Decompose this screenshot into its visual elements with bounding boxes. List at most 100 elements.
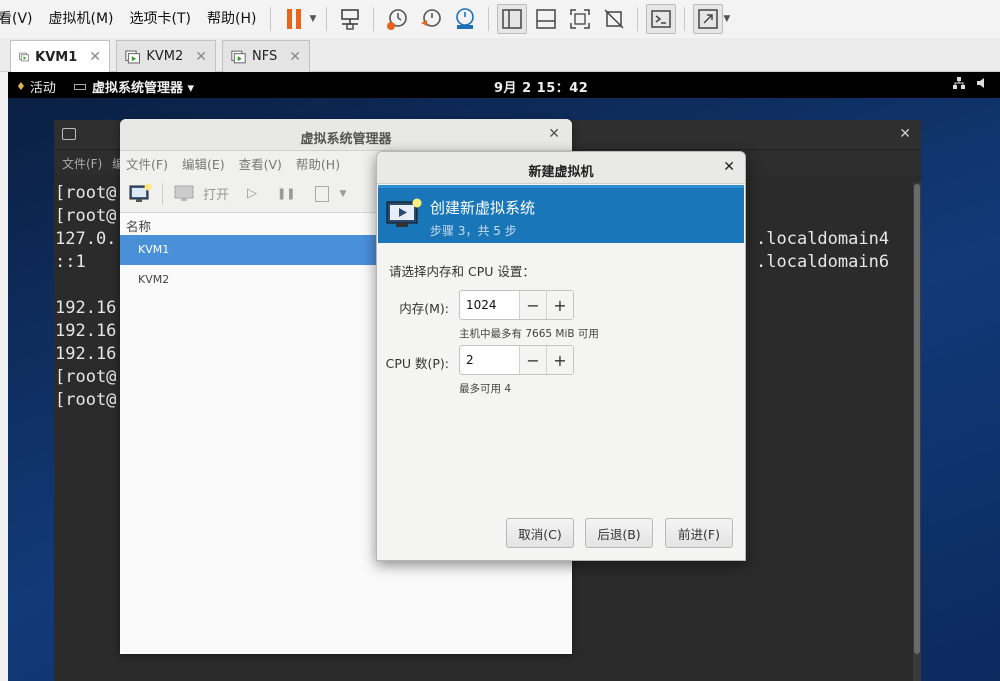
terminal-menu-file[interactable]: 文件(F) — [62, 157, 102, 171]
system-tray[interactable] — [952, 76, 990, 90]
open-button[interactable]: 打开 — [203, 184, 229, 203]
terminal-line: [root@ — [55, 183, 117, 203]
stop-vm-icon[interactable] — [315, 185, 330, 202]
terminal-line: [root@ — [55, 390, 117, 410]
app-menu[interactable]: 虚拟系统管理器 ▾ — [74, 77, 194, 96]
host-menu-vm[interactable]: 虚拟机(M) — [41, 9, 122, 29]
clock[interactable]: 9月 2 15：42 — [494, 77, 588, 96]
host-menu-help[interactable]: 帮助(H) — [199, 9, 264, 29]
menu-edit[interactable]: 编辑(E) — [182, 154, 225, 173]
menu-file[interactable]: 文件(F) — [126, 154, 168, 173]
memory-increment-button[interactable]: + — [546, 291, 573, 319]
tab-label: KVM2 — [146, 49, 184, 64]
activities-label: 活动 — [29, 81, 56, 96]
cpu-decrement-button[interactable]: − — [519, 346, 546, 374]
sidebar-layout-icon — [502, 9, 523, 29]
wizard-step: 步骤 3，共 5 步 — [430, 224, 517, 238]
close-icon[interactable]: ✕ — [899, 126, 911, 142]
terminal-line: [root@ — [55, 206, 117, 226]
guest-screen[interactable]: ♦ 活动 虚拟系统管理器 ▾ 9月 2 15：42 ✕ 文件(F) 编 [roo… — [8, 72, 1000, 681]
close-icon[interactable]: ✕ — [548, 126, 560, 142]
host-menu-view[interactable]: 看(V) — [0, 9, 41, 29]
view-sidebar-button[interactable] — [497, 4, 528, 34]
toolbar-separator — [684, 7, 686, 31]
memory-label: 内存(M): — [399, 301, 449, 316]
terminal-line: [root@ — [55, 367, 117, 387]
snapshot-restore-button[interactable] — [416, 4, 446, 34]
memory-stepper[interactable]: 1024 − + — [459, 290, 574, 320]
fullscreen-button[interactable] — [565, 4, 595, 34]
send-ctrl-alt-del-button[interactable] — [335, 4, 365, 34]
forward-button[interactable]: 前进(F) — [665, 518, 733, 548]
terminal-line: 192.16 — [55, 298, 117, 318]
wizard-heading: 创建新虚拟系统 — [430, 199, 536, 217]
toolbar-separator — [270, 7, 272, 31]
cpu-input[interactable]: 2 — [460, 346, 519, 374]
console-view-button[interactable] — [646, 4, 677, 34]
snapshot-manager-icon — [456, 8, 475, 29]
pause-vm-icon[interactable]: ❚❚ — [277, 187, 295, 200]
terminal-line-right: .localdomain6 — [756, 252, 890, 272]
close-icon[interactable]: ✕ — [89, 49, 101, 65]
terminal-scrollbar[interactable] — [913, 182, 921, 681]
dialog-titlebar[interactable]: 新建虚拟机 ✕ — [377, 152, 745, 184]
terminal-line: ::1 — [55, 252, 86, 272]
snapshot-take-button[interactable] — [382, 4, 412, 34]
virt-manager-titlebar[interactable]: 虚拟系统管理器 ✕ — [120, 119, 572, 151]
toolbar-separator — [326, 7, 328, 31]
new-vm-icon[interactable] — [128, 183, 152, 205]
app-menu-label: 虚拟系统管理器 ▾ — [92, 81, 195, 96]
menu-help[interactable]: 帮助(H) — [296, 154, 340, 173]
cpu-stepper[interactable]: 2 − + — [459, 345, 574, 375]
stretch-button[interactable] — [693, 4, 724, 34]
run-icon[interactable]: ▷ — [247, 186, 257, 201]
stretch-dropdown-icon[interactable]: ▼ — [723, 14, 730, 24]
tab-kvm1[interactable]: KVM1 ✕ — [10, 40, 110, 73]
fullscreen-icon — [570, 9, 591, 29]
memory-input[interactable]: 1024 — [460, 291, 519, 319]
gnome-top-bar: ♦ 活动 虚拟系统管理器 ▾ 9月 2 15：42 — [8, 72, 1000, 98]
network-computer-icon — [341, 9, 360, 30]
tab-label: NFS — [252, 49, 278, 64]
memory-hint: 主机中最多有 7665 MiB 可用 — [459, 328, 599, 340]
vm-running-icon — [125, 50, 141, 63]
tab-label: KVM1 — [35, 49, 78, 65]
close-icon[interactable]: ✕ — [723, 159, 735, 175]
new-vm-icon — [386, 198, 422, 227]
vm-running-icon — [19, 52, 29, 62]
activities-icon: ♦ — [16, 80, 26, 93]
menu-view[interactable]: 查看(V) — [239, 154, 282, 173]
chevron-down-icon[interactable]: ▼ — [339, 189, 346, 199]
unity-disabled-icon — [604, 9, 624, 29]
snapshot-manager-button[interactable] — [450, 4, 480, 34]
snapshot-restore-icon — [421, 9, 442, 27]
new-vm-dialog[interactable]: 新建虚拟机 ✕ 创建新虚拟系统 步骤 3，共 5 步 请选择内存和 CPU 设置… — [376, 151, 746, 561]
cpu-label: CPU 数(P): — [385, 356, 449, 371]
pause-button[interactable] — [279, 4, 309, 34]
network-wired-icon — [953, 77, 965, 89]
cpu-increment-button[interactable]: + — [546, 346, 573, 374]
scrollbar-thumb[interactable] — [914, 184, 920, 654]
host-menu-tabs[interactable]: 选项卡(T) — [122, 9, 199, 29]
cancel-button[interactable]: 取消(C) — [506, 518, 574, 548]
volume-icon — [977, 78, 984, 88]
tab-nfs[interactable]: NFS ✕ — [222, 40, 310, 72]
wizard-banner: 创建新虚拟系统 步骤 3，共 5 步 — [378, 185, 744, 243]
pause-dropdown-icon[interactable]: ▼ — [309, 14, 316, 24]
console-icon — [651, 10, 672, 28]
close-icon[interactable]: ✕ — [195, 49, 207, 65]
stretch-icon — [698, 9, 719, 29]
activities-button[interactable]: ♦ 活动 — [16, 77, 56, 96]
monitor-icon[interactable] — [173, 184, 195, 204]
snapshot-clock-icon — [387, 9, 408, 30]
memory-decrement-button[interactable]: − — [519, 291, 546, 319]
app-menu-icon — [74, 83, 86, 90]
pause-icon — [287, 9, 302, 29]
vm-tabbar: KVM1 ✕ KVM2 ✕ NFS ✕ — [0, 38, 1000, 73]
tab-kvm2[interactable]: KVM2 ✕ — [116, 40, 216, 72]
close-icon[interactable]: ✕ — [289, 49, 301, 65]
unity-button[interactable] — [599, 4, 629, 34]
back-button[interactable]: 后退(B) — [585, 518, 653, 548]
terminal-line: 192.16 — [55, 321, 117, 341]
view-thumbnail-button[interactable] — [531, 4, 561, 34]
